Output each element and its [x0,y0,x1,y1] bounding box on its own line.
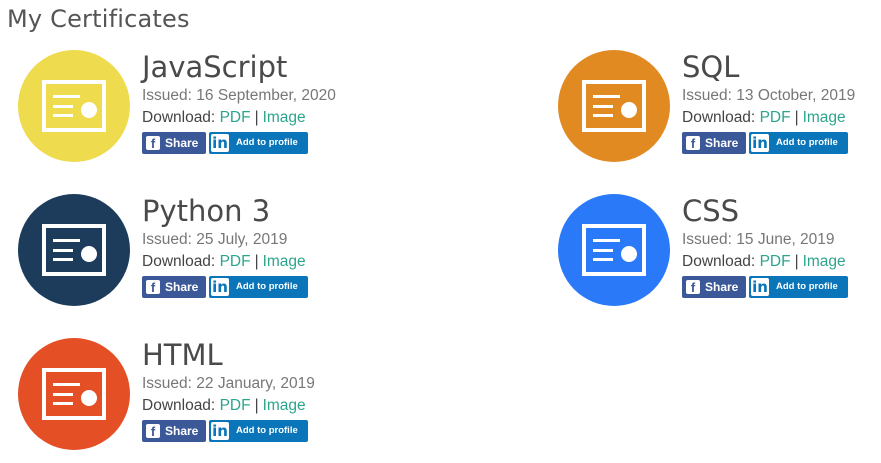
linkedin-icon: in [211,278,229,296]
link-separator: | [794,109,799,126]
issued-date: Issued: 15 June, 2019 [682,231,835,248]
image-link[interactable]: Image [803,253,846,270]
download-row: Download: PDF | Image [142,108,336,128]
certificate-badge [18,194,130,306]
linkedin-add-button[interactable]: in Add to profile [209,420,308,442]
certificate-badge [18,338,130,450]
download-row: Download: PDF | Image [682,108,855,128]
link-separator: | [254,253,259,270]
share-label: Share [705,136,739,150]
download-row: Download: PDF | Image [142,252,308,272]
linkedin-icon: in [211,422,229,440]
image-link[interactable]: Image [263,397,306,414]
download-row: Download: PDF | Image [142,396,315,416]
facebook-share-button[interactable]: f Share [142,132,206,154]
certificate-title: CSS [682,194,740,228]
facebook-share-button[interactable]: f Share [682,276,746,298]
facebook-icon: f [146,424,160,438]
share-label: Share [165,424,199,438]
certificate-badge [558,194,670,306]
download-label: Download: [142,109,216,126]
facebook-icon: f [146,280,160,294]
certificate-icon [582,224,646,276]
download-label: Download: [682,253,756,270]
image-link[interactable]: Image [803,109,846,126]
certificate-title: HTML [142,338,223,372]
linkedin-add-button[interactable]: in Add to profile [209,276,308,298]
linkedin-icon: in [751,278,769,296]
certificate-badge [18,50,130,162]
download-label: Download: [682,109,756,126]
share-actions: f Share in Add to profile [142,276,308,298]
issued-date: Issued: 25 July, 2019 [142,231,288,248]
share-actions: f Share in Add to profile [682,276,848,298]
pdf-link[interactable]: PDF [220,397,251,414]
image-link[interactable]: Image [263,253,306,270]
linkedin-icon: in [211,134,229,152]
certificate-badge [558,50,670,162]
certificate-title: JavaScript [142,50,288,84]
linkedin-icon: in [751,134,769,152]
link-separator: | [254,109,259,126]
share-label: Share [165,280,199,294]
issued-date: Issued: 22 January, 2019 [142,375,315,392]
certificate-title: Python 3 [142,194,271,228]
pdf-link[interactable]: PDF [760,253,791,270]
share-actions: f Share in Add to profile [142,420,315,442]
add-to-profile-label: Add to profile [776,137,838,148]
issued-date: Issued: 16 September, 2020 [142,87,336,104]
share-actions: f Share in Add to profile [682,132,855,154]
facebook-share-button[interactable]: f Share [142,276,206,298]
add-to-profile-label: Add to profile [236,425,298,436]
certificate-javascript: JavaScript Issued: 16 September, 2020 Do… [18,50,378,175]
linkedin-add-button[interactable]: in Add to profile [749,276,848,298]
certificate-python: Python 3 Issued: 25 July, 2019 Download:… [18,194,378,319]
certificate-title: SQL [682,50,740,84]
link-separator: | [794,253,799,270]
download-row: Download: PDF | Image [682,252,848,272]
certificate-icon [42,80,106,132]
facebook-icon: f [686,136,700,150]
certificate-icon [42,368,106,420]
image-link[interactable]: Image [263,109,306,126]
pdf-link[interactable]: PDF [220,253,251,270]
add-to-profile-label: Add to profile [776,281,838,292]
share-label: Share [705,280,739,294]
page-title: My Certificates [7,5,190,33]
add-to-profile-label: Add to profile [236,281,298,292]
link-separator: | [254,397,259,414]
add-to-profile-label: Add to profile [236,137,298,148]
facebook-share-button[interactable]: f Share [682,132,746,154]
facebook-share-button[interactable]: f Share [142,420,206,442]
certificate-icon [42,224,106,276]
download-label: Download: [142,397,216,414]
share-actions: f Share in Add to profile [142,132,336,154]
pdf-link[interactable]: PDF [220,109,251,126]
certificate-sql: SQL Issued: 13 October, 2019 Download: P… [558,50,881,175]
linkedin-add-button[interactable]: in Add to profile [749,132,848,154]
issued-date: Issued: 13 October, 2019 [682,87,856,104]
certificate-icon [582,80,646,132]
pdf-link[interactable]: PDF [760,109,791,126]
facebook-icon: f [686,280,700,294]
linkedin-add-button[interactable]: in Add to profile [209,132,308,154]
certificate-html: HTML Issued: 22 January, 2019 Download: … [18,338,378,463]
facebook-icon: f [146,136,160,150]
download-label: Download: [142,253,216,270]
certificate-css: CSS Issued: 15 June, 2019 Download: PDF |… [558,194,881,319]
share-label: Share [165,136,199,150]
